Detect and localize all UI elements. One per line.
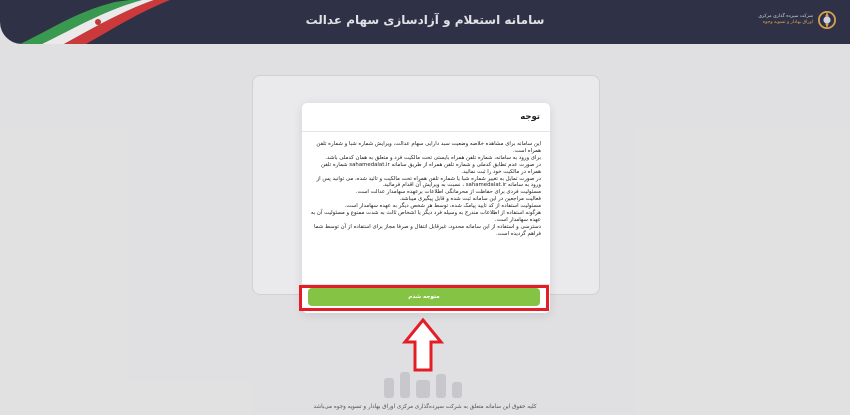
modal-title: توجه: [520, 112, 540, 122]
notice-paragraph: این سامانه برای مشاهده خلاصه وضعیت سبد د…: [316, 141, 541, 154]
notice-paragraph: در صورت عدم تطابق کدملی و شماره تلفن همر…: [321, 161, 541, 175]
notice-modal: توجه این سامانه برای مشاهده خلاصه وضعیت …: [302, 103, 550, 313]
notice-paragraph: برای ورود به سامانه، شماره تلفن همراه با…: [325, 154, 541, 161]
up-arrow-icon: [401, 317, 445, 372]
annotation-highlight-box: [299, 285, 549, 311]
modal-header-divider: [302, 131, 550, 132]
notice-paragraph: دسترسی و استفاده از این سامانه محدود، غی…: [313, 223, 541, 237]
modal-body: این سامانه برای مشاهده خلاصه وضعیت سبد د…: [310, 141, 541, 238]
notice-paragraph: هرگونه استفاده از اطلاعات مندرج به وسیله…: [310, 210, 541, 223]
notice-paragraph: در صورت تمایل به تغییر شماره شبا یا شمار…: [316, 175, 541, 189]
